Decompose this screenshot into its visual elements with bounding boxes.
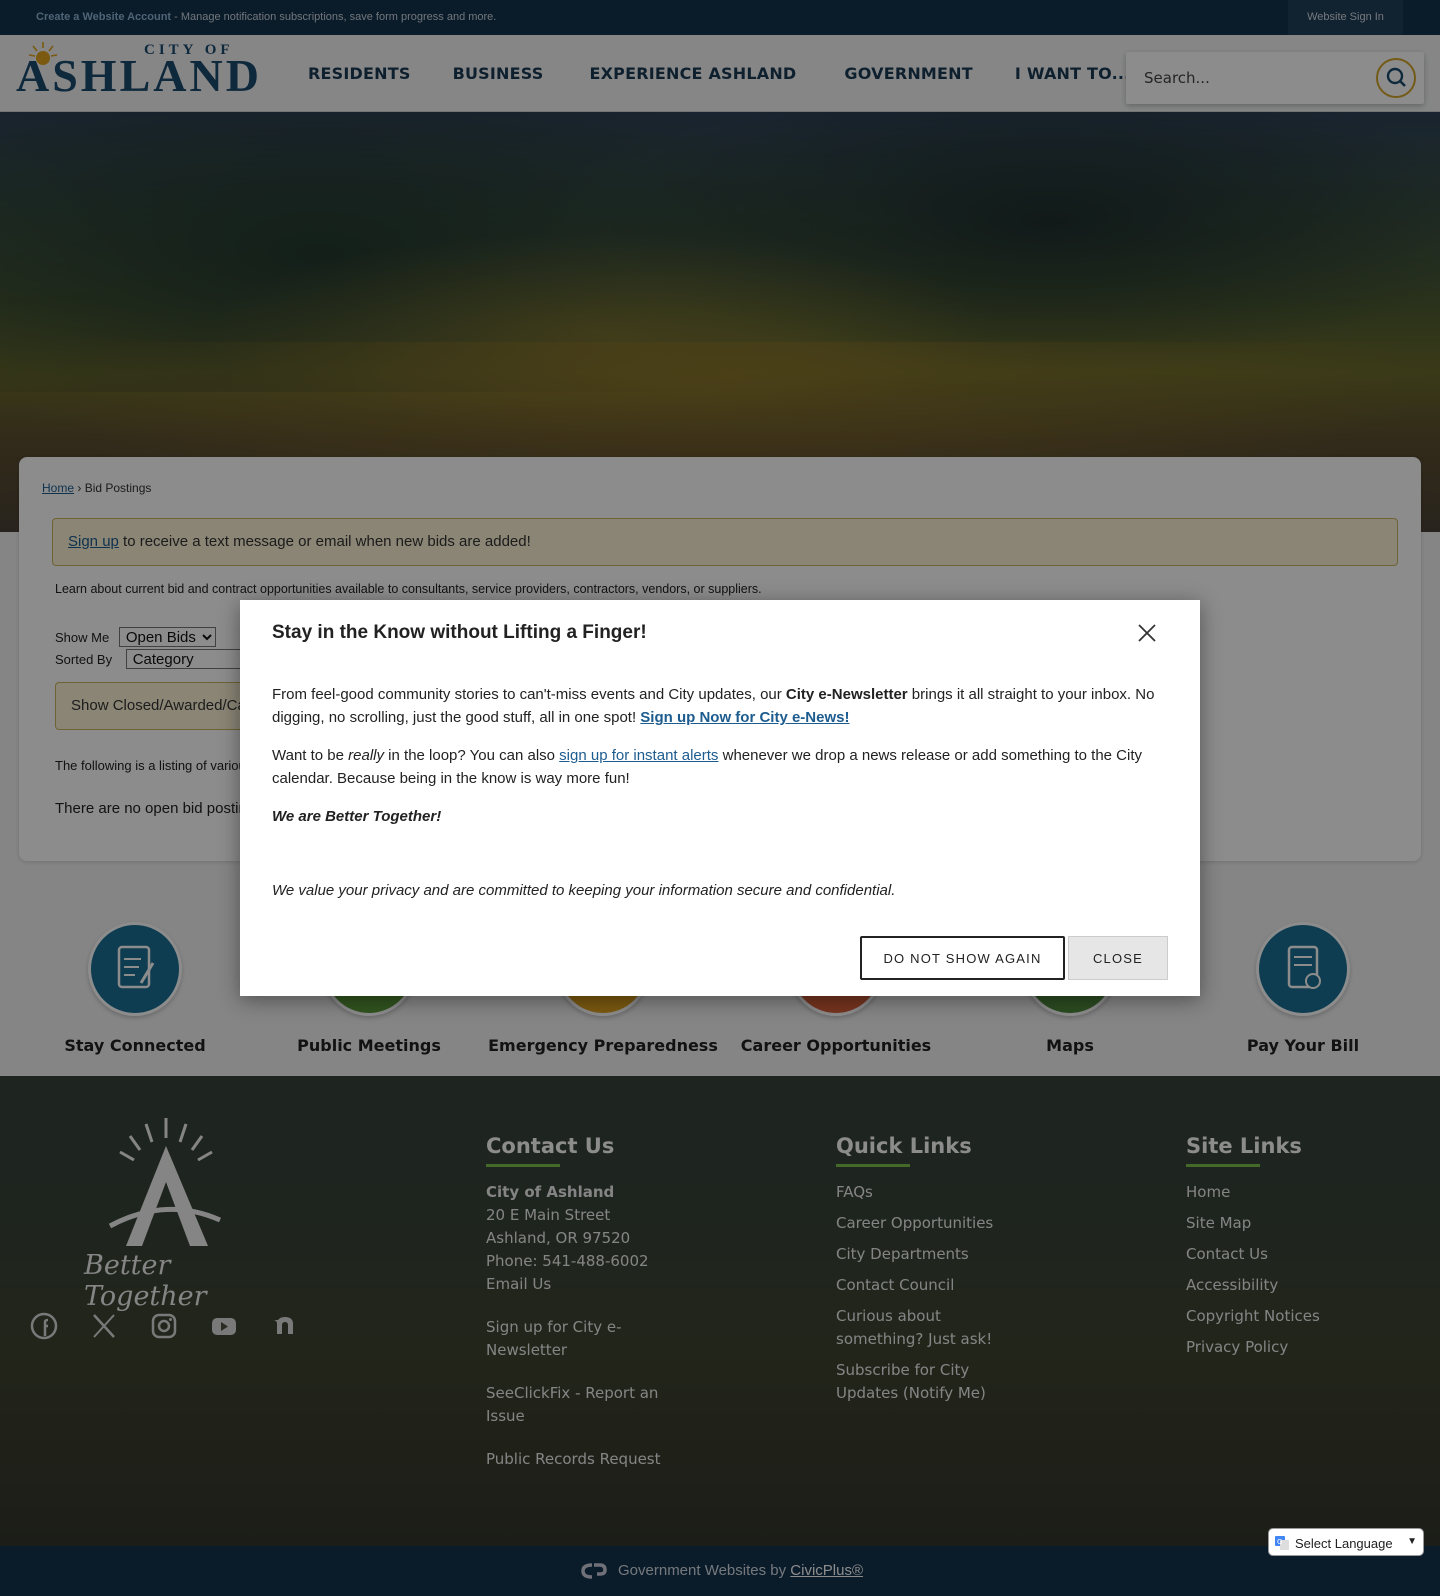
language-select[interactable]: G Select Language ▼ — [1268, 1528, 1424, 1556]
modal-paragraph-3: We are Better Together! — [272, 808, 442, 825]
language-select-label: Select Language — [1295, 1536, 1393, 1551]
modal-paragraph-1: From feel-good community stories to can'… — [272, 686, 1155, 726]
google-translate-icon: G — [1275, 1536, 1289, 1550]
newsletter-modal: Stay in the Know without Lifting a Finge… — [240, 600, 1200, 996]
close-button[interactable]: CLOSE — [1068, 936, 1168, 980]
svg-text:G: G — [1277, 1538, 1282, 1546]
chevron-down-icon: ▼ — [1407, 1536, 1417, 1547]
do-not-show-again-button[interactable]: DO NOT SHOW AGAIN — [860, 936, 1065, 980]
modal-title: Stay in the Know without Lifting a Finge… — [272, 622, 647, 643]
enews-signup-link[interactable]: Sign up Now for City e-News! — [640, 709, 849, 726]
privacy-note: We value your privacy and are committed … — [272, 882, 896, 899]
instant-alerts-link[interactable]: sign up for instant alerts — [559, 747, 718, 764]
close-icon[interactable] — [1136, 622, 1158, 644]
modal-body: From feel-good community stories to can'… — [272, 683, 1172, 843]
modal-paragraph-2: Want to be really in the loop? You can a… — [272, 747, 1143, 787]
